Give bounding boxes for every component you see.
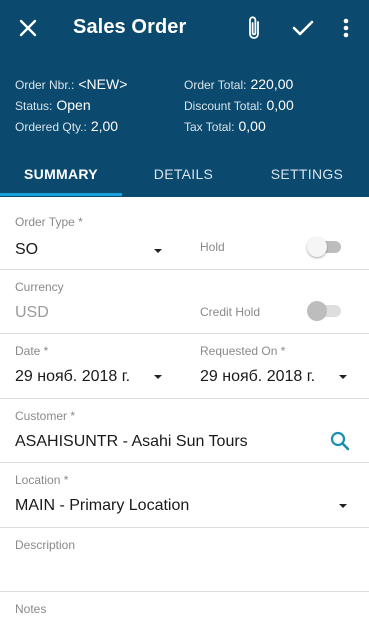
active-tab-indicator	[0, 193, 122, 196]
discount-total-value: 0,00	[266, 97, 294, 113]
search-icon	[330, 431, 350, 451]
order-nbr-value: <NEW>	[78, 76, 128, 92]
location-value: MAIN - Primary Location	[15, 497, 190, 514]
top-app-bar: Sales Order	[0, 0, 369, 56]
chevron-down-icon	[339, 504, 347, 508]
order-type-select[interactable]: SO	[0, 227, 175, 267]
credit-hold-label: Credit Hold	[200, 305, 261, 319]
more-vert-icon	[343, 18, 349, 38]
chevron-down-icon	[339, 375, 347, 379]
order-nbr-label: Order Nbr.:	[15, 78, 75, 92]
tab-bar: SUMMARY DETAILS SETTINGS	[0, 150, 369, 197]
order-summary-left: Order Nbr.: <NEW> Status: Open Ordered Qty…	[15, 74, 127, 137]
currency-value: USD	[15, 304, 49, 321]
customer-value[interactable]: ASAHISUNTR - Asahi Sun Tours	[15, 433, 248, 451]
ordered-qty-value: 2,00	[90, 118, 119, 134]
notes-label: Notes	[15, 602, 47, 616]
tab-settings[interactable]: SETTINGS	[245, 150, 369, 197]
close-button[interactable]	[10, 10, 46, 46]
check-icon	[292, 20, 314, 36]
more-options-button[interactable]	[328, 10, 364, 46]
date-label: Date *	[15, 344, 49, 358]
hold-toggle[interactable]	[307, 237, 341, 257]
ordered-qty-label: Ordered Qty.:	[15, 120, 87, 134]
currency-row: Currency USD Credit Hold	[0, 270, 369, 334]
customer-label: Customer *	[15, 409, 76, 423]
save-button[interactable]	[285, 10, 321, 46]
close-icon	[19, 19, 37, 37]
tab-summary[interactable]: SUMMARY	[0, 150, 122, 197]
status-value: Open	[56, 97, 91, 113]
description-row[interactable]: Description	[0, 528, 369, 592]
discount-total-label: Discount Total:	[184, 99, 263, 113]
customer-search-button[interactable]	[326, 427, 354, 455]
location-row: Location * MAIN - Primary Location	[0, 463, 369, 528]
order-total-label: Order Total:	[184, 78, 247, 92]
date-value: 29 нояб. 2018 г.	[15, 368, 131, 385]
tax-total-value: 0,00	[238, 118, 266, 134]
order-total-value: 220,00	[250, 76, 294, 92]
chevron-down-icon	[154, 375, 162, 379]
description-label: Description	[15, 538, 76, 552]
currency-label: Currency	[15, 280, 64, 294]
paperclip-icon	[249, 16, 259, 39]
location-label: Location *	[15, 473, 69, 487]
dates-row: Date * 29 нояб. 2018 г. Requested On * 2…	[0, 334, 369, 399]
order-type-row: Order Type * SO Hold	[0, 197, 369, 270]
attach-button[interactable]	[236, 10, 272, 46]
tax-total-label: Tax Total:	[184, 120, 235, 134]
date-picker[interactable]: 29 нояб. 2018 г.	[0, 360, 175, 394]
hold-label: Hold	[200, 240, 225, 254]
page-title: Sales Order	[73, 16, 187, 38]
requested-on-label: Requested On *	[200, 344, 286, 358]
order-type-value: SO	[15, 241, 39, 258]
app-header: Sales Order Order Nbr.: <NEW> Status: Open…	[0, 0, 369, 197]
credit-hold-toggle	[307, 301, 341, 321]
customer-row: Customer * ASAHISUNTR - Asahi Sun Tours	[0, 399, 369, 463]
requested-on-picker[interactable]: 29 нояб. 2018 г.	[185, 360, 369, 394]
notes-row[interactable]: Notes	[0, 592, 369, 626]
location-select[interactable]: MAIN - Primary Location	[0, 489, 369, 523]
chevron-down-icon	[154, 249, 162, 253]
order-summary-right: Order Total: 220,00 Discount Total: 0,00 T…	[184, 74, 294, 137]
status-label: Status:	[15, 99, 53, 113]
tab-details[interactable]: DETAILS	[122, 150, 245, 197]
requested-on-value: 29 нояб. 2018 г.	[200, 368, 316, 385]
